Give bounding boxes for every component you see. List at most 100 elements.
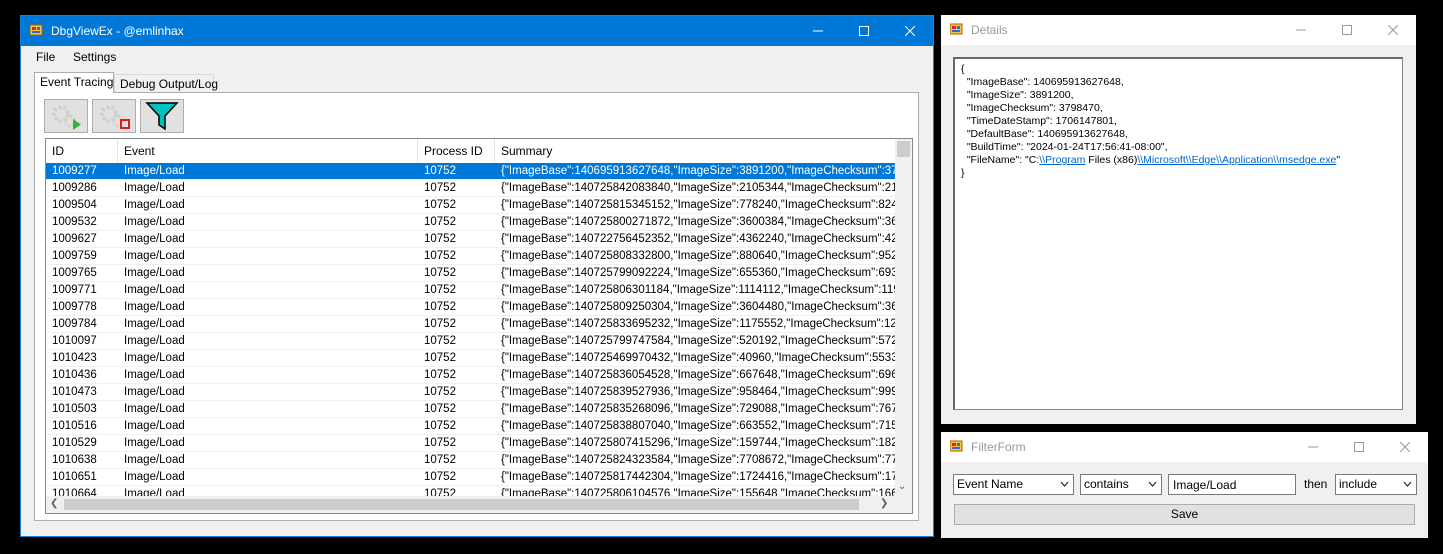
scroll-left-arrow-icon[interactable]: ❮ [50, 498, 58, 509]
table-row[interactable]: 1010638 Image/Load 10752 {"ImageBase":14072… [46, 452, 896, 469]
cell-event: Image/Load [124, 352, 185, 364]
operator-select[interactable]: contains [1080, 474, 1162, 495]
json-line: "TimeDateStamp": 1706147801, [961, 115, 1117, 127]
table-row[interactable]: 1009627 Image/Load 10752 {"ImageBase":14072… [46, 231, 896, 248]
start-tracing-button[interactable] [44, 99, 88, 133]
main-title-bar[interactable]: DbgViewEx - @emlinhax [21, 16, 933, 46]
horizontal-scrollbar[interactable]: ❮ ❯ [46, 496, 912, 513]
cell-summary: {"ImageBase":140725836054528,"ImageSize"… [501, 369, 896, 381]
action-select[interactable]: include [1335, 474, 1417, 495]
cell-summary: {"ImageBase":140725839527936,"ImageSize"… [501, 386, 896, 398]
path-link[interactable]: \\Microsoft\\Edge\\Application\\msedge.e… [1137, 154, 1336, 166]
vertical-scrollbar[interactable]: ⌄ [895, 139, 912, 497]
close-button[interactable] [1370, 15, 1416, 45]
scroll-down-arrow-icon[interactable]: ⌄ [898, 481, 906, 492]
maximize-button[interactable] [841, 16, 887, 46]
column-header-id[interactable]: ID [46, 139, 118, 163]
json-line-filename: "FileName": "C:\\Program Files (x86)\\Mi… [961, 154, 1396, 167]
cell-id: 1009286 [52, 182, 97, 194]
vertical-scroll-thumb[interactable] [897, 141, 910, 157]
cell-process-id: 10752 [424, 471, 456, 483]
table-row[interactable]: 1010503 Image/Load 10752 {"ImageBase":14072… [46, 401, 896, 418]
table-row[interactable]: 1009778 Image/Load 10752 {"ImageBase":14072… [46, 299, 896, 316]
cell-event: Image/Load [124, 284, 185, 296]
table-row[interactable]: 1010473 Image/Load 10752 {"ImageBase":14072… [46, 384, 896, 401]
minimize-button[interactable] [1278, 15, 1324, 45]
table-row[interactable]: 1009532 Image/Load 10752 {"ImageBase":14072… [46, 214, 896, 231]
table-row[interactable]: 1009286 Image/Load 10752 {"ImageBase":14072… [46, 180, 896, 197]
column-header-process-id[interactable]: Process ID [418, 139, 495, 163]
minimize-button[interactable] [1290, 432, 1336, 462]
start-tracing-icon [52, 105, 81, 130]
cell-event: Image/Load [124, 250, 185, 262]
horizontal-scroll-thumb[interactable] [64, 499, 859, 510]
tab-debug-output[interactable]: Debug Output/Log [114, 74, 218, 92]
table-row[interactable]: 1009759 Image/Load 10752 {"ImageBase":14072… [46, 248, 896, 265]
cell-process-id: 10752 [424, 199, 456, 211]
cell-process-id: 10752 [424, 267, 456, 279]
cell-id: 1009277 [52, 165, 97, 177]
details-title-bar[interactable]: Details [941, 15, 1416, 45]
details-json-textbox[interactable]: { "ImageBase": 140695913627648, "ImageSi… [953, 57, 1403, 410]
cell-process-id: 10752 [424, 335, 456, 347]
grid-rows: 1009277 Image/Load 10752 {"ImageBase":14069… [46, 163, 896, 497]
app-icon [950, 23, 963, 35]
cell-event: Image/Load [124, 420, 185, 432]
minimize-icon [813, 30, 823, 32]
table-row[interactable]: 1009504 Image/Load 10752 {"ImageBase":14072… [46, 197, 896, 214]
table-row[interactable]: 1010529 Image/Load 10752 {"ImageBase":14072… [46, 435, 896, 452]
cell-id: 1009759 [52, 250, 97, 262]
cell-summary: {"ImageBase":140725838807040,"ImageSize"… [501, 420, 896, 432]
filter-value-input[interactable]: Image/Load [1168, 474, 1296, 495]
maximize-button[interactable] [1336, 432, 1382, 462]
table-row[interactable]: 1010423 Image/Load 10752 {"ImageBase":14072… [46, 350, 896, 367]
table-row[interactable]: 1010651 Image/Load 10752 {"ImageBase":14072… [46, 469, 896, 486]
table-row[interactable]: 1009771 Image/Load 10752 {"ImageBase":14072… [46, 282, 896, 299]
cell-summary: {"ImageBase":140725806301184,"ImageSize"… [501, 284, 896, 296]
field-select[interactable]: Event Name [953, 474, 1074, 495]
filter-title: FilterForm [971, 440, 1026, 454]
window-title: DbgViewEx - @emlinhax [51, 24, 184, 38]
filter-title-bar[interactable]: FilterForm [941, 432, 1428, 462]
menu-settings[interactable]: Settings [73, 50, 116, 64]
menu-file[interactable]: File [36, 50, 55, 64]
cell-summary: {"ImageBase":140725835268096,"ImageSize"… [501, 403, 896, 415]
filter-button[interactable] [140, 99, 184, 133]
table-row[interactable]: 1010436 Image/Load 10752 {"ImageBase":14072… [46, 367, 896, 384]
table-row[interactable]: 1010516 Image/Load 10752 {"ImageBase":14072… [46, 418, 896, 435]
maximize-button[interactable] [1324, 15, 1370, 45]
filter-icon [145, 102, 179, 131]
cell-event: Image/Load [124, 318, 185, 330]
cell-summary: {"ImageBase":140725817442304,"ImageSize"… [501, 471, 896, 483]
tab-event-tracing[interactable]: Event Tracing [34, 72, 114, 93]
save-button[interactable]: Save [954, 504, 1415, 525]
json-line: "ImageChecksum": 3798470, [961, 102, 1103, 114]
minimize-button[interactable] [795, 16, 841, 46]
cell-event: Image/Load [124, 233, 185, 245]
column-header-event[interactable]: Event [118, 139, 418, 163]
close-button[interactable] [1382, 432, 1428, 462]
table-row[interactable]: 1009277 Image/Load 10752 {"ImageBase":14069… [46, 163, 896, 180]
event-grid[interactable]: ID Event Process ID Summary 1009277 Image… [45, 138, 913, 514]
field-select-value: Event Name [957, 477, 1024, 491]
table-row[interactable]: 1010097 Image/Load 10752 {"ImageBase":14072… [46, 333, 896, 350]
stop-tracing-button[interactable] [92, 99, 136, 133]
path-link[interactable]: \\Program [1039, 154, 1085, 166]
cell-event: Image/Load [124, 454, 185, 466]
table-row[interactable]: 1009784 Image/Load 10752 {"ImageBase":14072… [46, 316, 896, 333]
cell-id: 1010651 [52, 471, 97, 483]
table-row[interactable]: 1009765 Image/Load 10752 {"ImageBase":14072… [46, 265, 896, 282]
action-select-value: include [1339, 477, 1378, 491]
column-header-summary[interactable]: Summary [495, 139, 896, 163]
chevron-down-icon [1148, 481, 1157, 487]
operator-select-value: contains [1084, 477, 1129, 491]
cell-id: 1010529 [52, 437, 97, 449]
menu-bar: File Settings [21, 46, 933, 68]
chevron-down-icon [1403, 481, 1412, 487]
scroll-right-arrow-icon[interactable]: ❯ [880, 498, 888, 509]
close-icon [905, 26, 915, 36]
details-title: Details [971, 23, 1008, 37]
cell-process-id: 10752 [424, 386, 456, 398]
close-button[interactable] [887, 16, 933, 46]
cell-summary: {"ImageBase":140725800271872,"ImageSize"… [501, 216, 896, 228]
